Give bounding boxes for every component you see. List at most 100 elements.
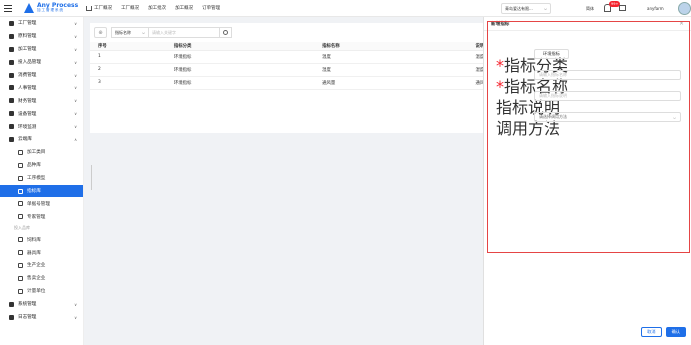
chevron-down-icon: ⌵ (672, 114, 676, 120)
factory-icon (9, 20, 14, 26)
mail-icon[interactable] (619, 5, 626, 11)
cell-category: 环境指标 (173, 76, 323, 90)
producer-icon (18, 262, 23, 268)
home-icon (86, 5, 93, 11)
sidebar-item-consume[interactable]: 消费管理 ∨ (0, 69, 83, 82)
cell-index: 1 (90, 50, 174, 64)
cell-name: 温度 (322, 50, 476, 64)
cart-icon (18, 275, 23, 281)
col-index: 序号 (90, 42, 174, 51)
search-button[interactable] (219, 27, 232, 38)
tools-icon (18, 250, 23, 256)
nav-item-batch[interactable]: 加工批次 (148, 5, 166, 11)
cloud-library-icon (9, 136, 14, 142)
search-icon (223, 30, 228, 35)
grid-icon (18, 162, 23, 168)
cell-name: 湿度 (322, 63, 476, 77)
nav-item-overview[interactable]: 工厂概况 (121, 5, 139, 11)
plus-icon: ⊕ (98, 29, 103, 36)
finance-icon (9, 98, 14, 104)
sidebar-item-finance[interactable]: 财务管理 ∨ (0, 94, 83, 107)
chevron-down-icon: ∨ (74, 85, 77, 91)
chevron-down-icon: ∨ (74, 21, 77, 26)
avatar[interactable] (678, 2, 691, 15)
sidebar-item-indicator[interactable]: 指标库 (0, 184, 83, 198)
sidebar-item-procedure[interactable]: 工序模型 (0, 172, 83, 185)
cell-category: 环境指标 (173, 50, 323, 64)
material-icon (9, 33, 14, 39)
logo-mark-icon (24, 3, 34, 13)
name-input[interactable]: 请输入指标名称 (534, 70, 681, 80)
chevron-down-icon: ∨ (74, 33, 77, 39)
user-name[interactable]: anyfarm (647, 6, 664, 11)
search-input[interactable]: 请输入关键字 (148, 27, 220, 38)
nav-home[interactable]: 工厂概况 (86, 5, 112, 11)
filter-field-select[interactable]: 指标名称 ⌵ (111, 27, 149, 38)
add-button[interactable]: ⊕ (94, 27, 107, 38)
chevron-up-icon: ∧ (74, 137, 77, 143)
cell-name: 通风量 (322, 76, 476, 90)
sidebar-item-producer[interactable]: 生产企业 (0, 259, 83, 272)
flag-icon (18, 188, 23, 194)
chevron-down-icon: ⌵ (141, 30, 145, 35)
resize-handle[interactable] (91, 165, 92, 190)
chevron-down-icon: ∨ (74, 111, 77, 117)
logo-subtitle: 加工管理系统 (37, 8, 64, 13)
cell-category: 环境指标 (173, 63, 323, 77)
method-select[interactable]: 请选择调用方法 ⌵ (534, 112, 681, 122)
environment-icon (9, 124, 14, 130)
col-name: 指标名称 (322, 42, 476, 51)
doc-number-icon (18, 201, 23, 207)
sidebar-item-inputs[interactable]: 投入品管理 ∨ (0, 56, 83, 69)
language-switch[interactable]: 简体 (586, 6, 594, 12)
cell-index: 3 (90, 76, 174, 90)
sidebar-item-log[interactable]: 日志管理 ∨ (0, 311, 83, 324)
tool-icon (9, 46, 14, 52)
sidebar-item-seller[interactable]: 售卖企业 (0, 272, 83, 285)
sidebar-item-tools[interactable]: 器具库 (0, 246, 83, 259)
procedure-icon (18, 175, 23, 181)
sidebar-item-device[interactable]: 设备管理 ∨ (0, 107, 83, 120)
sidebar-item-factory[interactable]: 工厂管理 ∨ (0, 17, 83, 30)
cell-index: 2 (90, 63, 174, 77)
chevron-down-icon: ⌵ (543, 6, 547, 11)
sidebar-item-variety[interactable]: 品种库 (0, 159, 83, 172)
drawer-footer: 取消 确认 (641, 327, 686, 337)
sidebar-item-unit[interactable]: 计量单位 (0, 285, 83, 298)
sidebar-item-category[interactable]: 加工类目 (0, 146, 83, 159)
chevron-down-icon: ∨ (74, 124, 77, 130)
sidebar-item-system[interactable]: 系统管理 ∨ (0, 298, 83, 311)
system-icon (9, 301, 14, 307)
device-icon (9, 111, 14, 117)
chevron-down-icon: ∨ (74, 98, 77, 104)
category-icon (18, 149, 23, 155)
chevron-down-icon: ∨ (74, 301, 77, 307)
sidebar-item-feed[interactable]: 饲料库 (0, 233, 83, 246)
sidebar-item-environment[interactable]: 环境监测 ∨ (0, 120, 83, 133)
form-highlight-frame: *指标分类 环境指标 *指标名称 请输入指标名称 指标说明 请输入指标说明 调用… (487, 21, 690, 253)
col-category: 指标分类 (173, 42, 323, 51)
consume-icon (9, 72, 14, 78)
desc-input[interactable]: 请输入指标说明 (534, 91, 681, 101)
nav-item-process[interactable]: 加工概况 (175, 5, 193, 11)
chevron-down-icon: ∨ (74, 59, 77, 65)
cancel-button[interactable]: 取消 (641, 327, 662, 337)
location-icon (18, 288, 23, 294)
nav-item-orders[interactable]: 订单管理 (202, 5, 220, 11)
sidebar-item-cloud[interactable]: 云端库 ∧ (0, 133, 83, 146)
sidebar-item-material[interactable]: 原料管理 ∨ (0, 30, 83, 43)
expert-icon (18, 214, 23, 220)
add-indicator-drawer: 新增指标 × *指标分类 环境指标 *指标名称 请输入指标名称 指标说明 请输入… (483, 17, 691, 345)
confirm-button[interactable]: 确认 (665, 327, 686, 337)
logo: Any Process 加工管理系统 (24, 3, 78, 13)
sidebar-item-hr[interactable]: 人事管理 ∨ (0, 81, 83, 94)
person-icon (9, 85, 14, 91)
menu-toggle-icon[interactable] (4, 1, 18, 15)
inputs-icon (9, 59, 14, 65)
company-select[interactable]: 青岛爱达有限... ⌵ (501, 3, 551, 14)
category-button[interactable]: 环境指标 (534, 49, 569, 59)
sidebar-item-expert[interactable]: 专家管理 (0, 210, 83, 223)
top-nav: 工厂概况 工厂概况 加工批次 加工概况 订单管理 (86, 5, 220, 11)
sidebar-item-process[interactable]: 加工管理 ∨ (0, 43, 83, 56)
sidebar-item-docnumber[interactable]: 单据号管理 (0, 197, 83, 210)
